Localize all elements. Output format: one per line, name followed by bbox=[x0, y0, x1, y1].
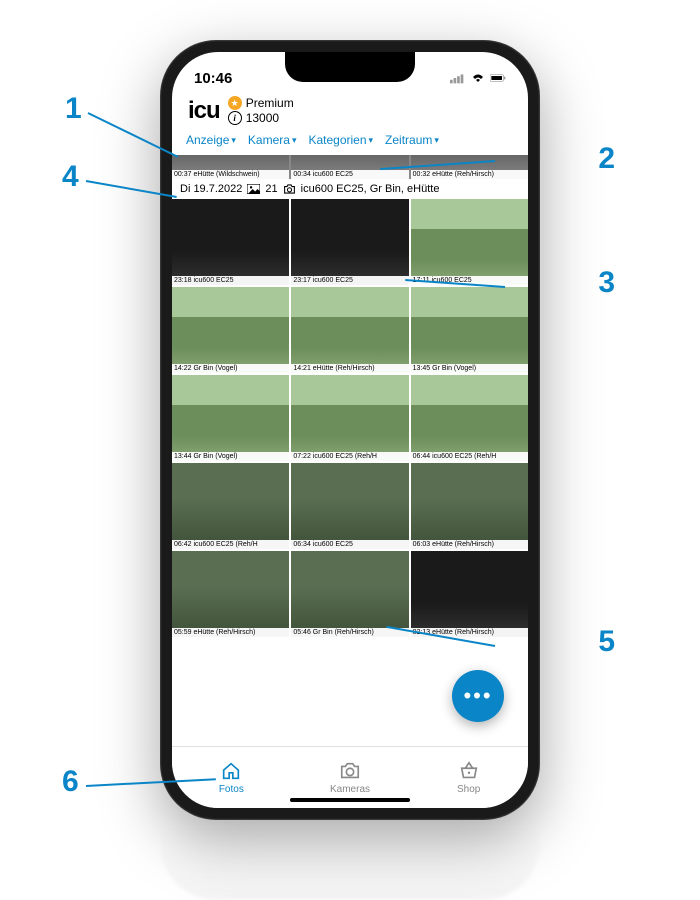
callout-1: 1 bbox=[65, 92, 82, 126]
home-icon bbox=[219, 760, 243, 782]
filter-zeitraum[interactable]: Zeitraum▾ bbox=[381, 131, 443, 149]
photo-thumb[interactable]: 06:44 icu600 EC25 (Reh/H bbox=[411, 375, 528, 461]
photo-thumb[interactable]: 07:22 icu600 EC25 (Reh/H bbox=[291, 375, 408, 461]
filter-bar: Anzeige▾ Kamera▾ Kategorien▾ Zeitraum▾ bbox=[172, 131, 528, 155]
strip-thumb[interactable]: 00:32 eHütte (Reh/Hirsch) bbox=[411, 155, 528, 179]
date-text: Di 19.7.2022 bbox=[180, 183, 242, 195]
photo-thumb[interactable]: 14:21 eHütte (Reh/Hirsch) bbox=[291, 287, 408, 373]
wifi-icon bbox=[470, 72, 486, 84]
photo-count: 21 bbox=[265, 183, 277, 195]
callout-5: 5 bbox=[598, 625, 615, 659]
thumb-label: 06:44 icu600 EC25 (Reh/H bbox=[411, 452, 528, 461]
thumb-label: 23:18 icu600 EC25 bbox=[172, 276, 289, 285]
thumb-image bbox=[291, 551, 408, 637]
thumb-image bbox=[411, 463, 528, 549]
cellular-icon bbox=[450, 72, 466, 84]
basket-icon bbox=[457, 760, 481, 782]
photo-thumb[interactable]: 05:59 eHütte (Reh/Hirsch) bbox=[172, 551, 289, 637]
thumb-label: 14:22 Gr Bin (Vogel) bbox=[172, 364, 289, 373]
thumb-label: 06:42 icu600 EC25 (Reh/H bbox=[172, 540, 289, 549]
date-header: Di 19.7.2022 21 icu600 EC25, Gr Bin, eHü… bbox=[172, 179, 528, 199]
camera-icon bbox=[338, 760, 362, 782]
callout-2: 2 bbox=[598, 142, 615, 176]
thumb-label: 23:17 icu600 EC25 bbox=[291, 276, 408, 285]
callout-6: 6 bbox=[62, 765, 79, 799]
thumb-image bbox=[411, 551, 528, 637]
photo-thumb[interactable]: 13:45 Gr Bin (Vogel) bbox=[411, 287, 528, 373]
camera-icon bbox=[283, 184, 296, 194]
photo-thumb[interactable]: 17:11 icu600 EC25 bbox=[411, 199, 528, 285]
thumb-image bbox=[411, 199, 528, 285]
thumb-label: 07:22 icu600 EC25 (Reh/H bbox=[291, 452, 408, 461]
photo-thumb[interactable]: 02:13 eHütte (Reh/Hirsch) bbox=[411, 551, 528, 637]
phone-reflection bbox=[160, 820, 540, 900]
photo-thumb[interactable]: 06:03 eHütte (Reh/Hirsch) bbox=[411, 463, 528, 549]
chevron-down-icon: ▾ bbox=[369, 135, 374, 146]
camera-list: icu600 EC25, Gr Bin, eHütte bbox=[301, 183, 440, 195]
chevron-down-icon: ▾ bbox=[292, 135, 297, 146]
tab-fotos[interactable]: Fotos bbox=[172, 747, 291, 808]
strip-thumb[interactable]: 00:37 eHütte (Wildschwein) bbox=[172, 155, 289, 179]
home-indicator[interactable] bbox=[290, 798, 410, 802]
photo-scroll[interactable]: 00:37 eHütte (Wildschwein) 00:34 icu600 … bbox=[172, 155, 528, 746]
phone-screen: 10:46 icu ★ Premium i 13000 bbox=[172, 52, 528, 808]
thumb-label: 05:46 Gr Bin (Reh/Hirsch) bbox=[291, 628, 408, 637]
phone-notch bbox=[285, 52, 415, 82]
thumb-label: 00:34 icu600 EC25 bbox=[291, 170, 408, 179]
thumb-image bbox=[411, 375, 528, 461]
thumb-label: 06:34 icu600 EC25 bbox=[291, 540, 408, 549]
thumb-image bbox=[291, 287, 408, 373]
photo-grid: 23:18 icu600 EC2523:17 icu600 EC2517:11 … bbox=[172, 199, 528, 637]
callout-4: 4 bbox=[62, 160, 79, 194]
thumb-label: 06:03 eHütte (Reh/Hirsch) bbox=[411, 540, 528, 549]
thumb-label: 05:59 eHütte (Reh/Hirsch) bbox=[172, 628, 289, 637]
battery-icon bbox=[490, 72, 506, 84]
thumb-image bbox=[291, 463, 408, 549]
thumb-image bbox=[411, 287, 528, 373]
thumb-image bbox=[172, 199, 289, 285]
thumb-label: 00:37 eHütte (Wildschwein) bbox=[172, 170, 289, 179]
thumb-label: 13:45 Gr Bin (Vogel) bbox=[411, 364, 528, 373]
more-actions-fab[interactable]: ••• bbox=[452, 670, 504, 722]
tab-label: Fotos bbox=[219, 784, 244, 795]
tab-shop[interactable]: Shop bbox=[409, 747, 528, 808]
app-logo: icu bbox=[188, 97, 220, 125]
photo-thumb[interactable]: 06:42 icu600 EC25 (Reh/H bbox=[172, 463, 289, 549]
photo-thumb[interactable]: 06:34 icu600 EC25 bbox=[291, 463, 408, 549]
thumb-image bbox=[172, 375, 289, 461]
thumb-image bbox=[291, 375, 408, 461]
picture-icon bbox=[247, 184, 260, 194]
photo-thumb[interactable]: 23:17 icu600 EC25 bbox=[291, 199, 408, 285]
thumb-label: 14:21 eHütte (Reh/Hirsch) bbox=[291, 364, 408, 373]
star-icon: ★ bbox=[228, 96, 242, 110]
thumb-image bbox=[172, 287, 289, 373]
photo-thumb[interactable]: 14:22 Gr Bin (Vogel) bbox=[172, 287, 289, 373]
phone-frame: 10:46 icu ★ Premium i 13000 bbox=[160, 40, 540, 820]
status-time: 10:46 bbox=[194, 70, 232, 87]
callout-3: 3 bbox=[598, 266, 615, 300]
filter-anzeige[interactable]: Anzeige▾ bbox=[182, 131, 240, 149]
ellipsis-icon: ••• bbox=[463, 683, 492, 709]
thumb-image bbox=[291, 199, 408, 285]
photo-thumb[interactable]: 23:18 icu600 EC25 bbox=[172, 199, 289, 285]
credits-value: 13000 bbox=[246, 111, 279, 125]
photo-thumb[interactable]: 13:44 Gr Bin (Vogel) bbox=[172, 375, 289, 461]
photo-thumb[interactable]: 05:46 Gr Bin (Reh/Hirsch) bbox=[291, 551, 408, 637]
tab-label: Kameras bbox=[330, 784, 370, 795]
app-header: icu ★ Premium i 13000 bbox=[172, 92, 528, 131]
prev-day-strip: 00:37 eHütte (Wildschwein) 00:34 icu600 … bbox=[172, 155, 528, 179]
chevron-down-icon: ▾ bbox=[434, 135, 439, 146]
thumb-image bbox=[172, 551, 289, 637]
thumb-label: 13:44 Gr Bin (Vogel) bbox=[172, 452, 289, 461]
thumb-image bbox=[172, 463, 289, 549]
info-icon: i bbox=[228, 111, 242, 125]
filter-kamera[interactable]: Kamera▾ bbox=[244, 131, 301, 149]
filter-kategorien[interactable]: Kategorien▾ bbox=[304, 131, 377, 149]
thumb-label: 00:32 eHütte (Reh/Hirsch) bbox=[411, 170, 528, 179]
tier-label: Premium bbox=[246, 96, 294, 110]
chevron-down-icon: ▾ bbox=[231, 135, 236, 146]
tab-label: Shop bbox=[457, 784, 480, 795]
